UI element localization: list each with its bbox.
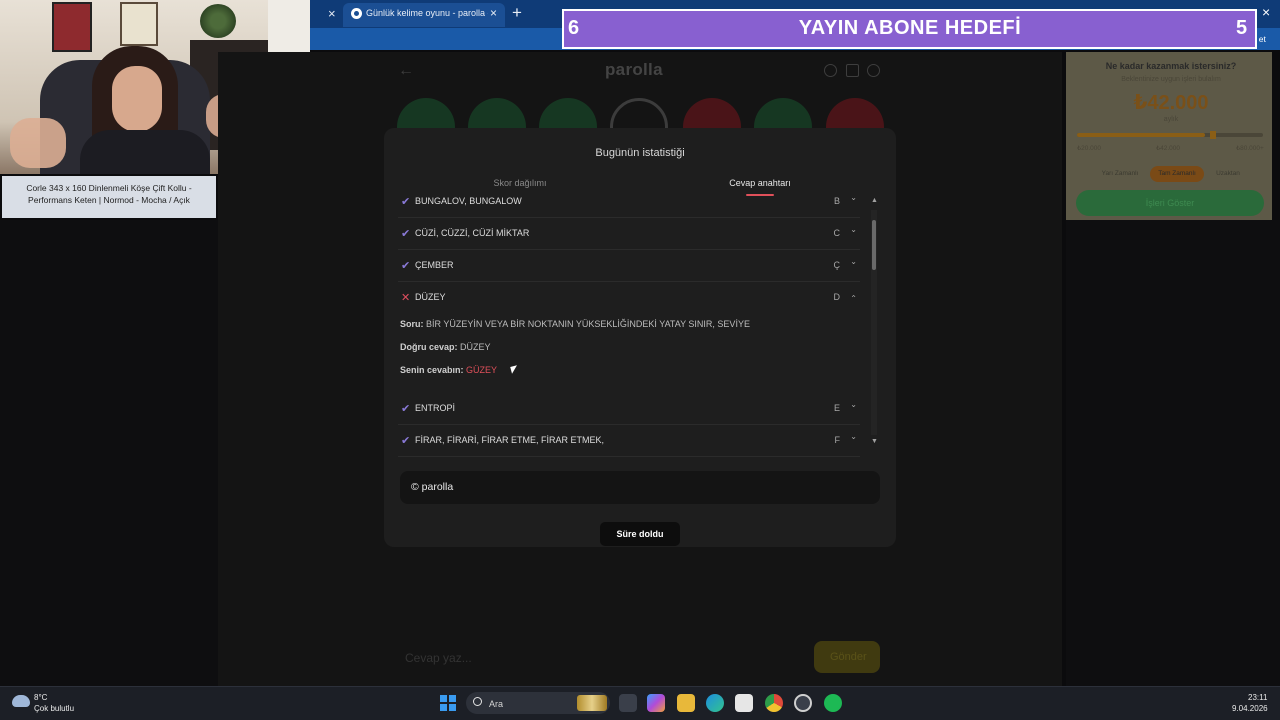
slider-mid-label: ₺42.000: [1156, 145, 1181, 152]
answer-row-letter: Ç: [833, 260, 841, 270]
weather-temperature[interactable]: 8°C: [34, 693, 47, 702]
weather-cloud-icon[interactable]: [12, 695, 30, 707]
cross-icon: ✕: [401, 292, 411, 304]
your-answer-line: Senin cevabın: GÜZEY: [400, 365, 498, 375]
tab-close-icon[interactable]: ×: [490, 6, 497, 20]
brand-copyright: © parolla: [411, 481, 454, 493]
sub-goal-target: 5: [1236, 17, 1248, 39]
answer-row[interactable]: ✕ DÜZEY D ⌃: [398, 282, 860, 314]
check-icon: ✔: [401, 260, 411, 272]
chevron-down-icon[interactable]: ⌄: [850, 432, 857, 441]
stats-icon[interactable]: [846, 64, 859, 77]
brand-bar: [400, 471, 880, 504]
right-dark-area: [1066, 220, 1280, 686]
answer-row-letter: F: [834, 435, 841, 445]
search-icon: [473, 697, 482, 706]
answer-row-letter: C: [833, 228, 841, 238]
answer-row-letter: E: [833, 403, 840, 413]
wall-poster: [120, 2, 158, 46]
answer-row-label: CÜZİ, CÜZZİ, CÜZİ MİKTAR: [415, 228, 530, 238]
windows-start-icon[interactable]: [440, 695, 456, 711]
chevron-down-icon[interactable]: ⌄: [850, 225, 857, 234]
app-logo: parolla: [605, 60, 663, 79]
plant: [200, 4, 236, 38]
modal-scrollbar-thumb[interactable]: [872, 220, 876, 270]
ad-subtitle: Beklentinize uygun işleri bulalım: [1121, 76, 1221, 83]
job-type-remote[interactable]: Uzaktan: [1208, 166, 1248, 182]
answer-row-label: ÇEMBER: [415, 260, 454, 270]
tab-favicon-icon: [351, 8, 362, 19]
your-answer-text: GÜZEY: [466, 365, 498, 375]
modal-title: Bugünün istatistiği: [595, 147, 685, 159]
job-type-part-time[interactable]: Yarı Zamanlı: [1094, 166, 1146, 182]
prev-tab-close-icon[interactable]: ×: [328, 6, 336, 21]
check-icon: ✔: [401, 196, 411, 208]
spotify-icon[interactable]: [824, 694, 842, 712]
copilot-icon[interactable]: [647, 694, 665, 712]
answer-row[interactable]: ✔ FİRAR, FİRARİ, FİRAR ETME, FİRAR ETMEK,…: [398, 425, 860, 457]
weather-description[interactable]: Çok bulutlu: [34, 704, 74, 713]
answer-row[interactable]: ✔ BUNGALOV, BUNGALOW B ⌄: [398, 186, 860, 218]
answer-row[interactable]: ✔ ÇEMBER Ç ⌄: [398, 250, 860, 282]
clock-time[interactable]: 23:11: [1248, 693, 1267, 702]
chevron-down-icon[interactable]: ⌄: [850, 257, 857, 266]
streamer-body: [80, 130, 210, 174]
search-highlight-image: [577, 695, 607, 711]
taskbar-search-label: Ara: [489, 699, 504, 709]
info-icon[interactable]: [824, 64, 837, 77]
scroll-down-icon[interactable]: ▼: [871, 438, 878, 445]
tab-title[interactable]: Günlük kelime oyunu - parolla - K: [366, 8, 488, 18]
scroll-up-icon[interactable]: ▲: [871, 197, 878, 204]
store-icon[interactable]: [735, 694, 753, 712]
user-icon[interactable]: [867, 64, 880, 77]
job-type-full-time[interactable]: Tam Zamanlı: [1150, 166, 1204, 182]
answer-row-label: BUNGALOV, BUNGALOW: [415, 196, 522, 206]
file-explorer-icon[interactable]: [677, 694, 695, 712]
clock-date[interactable]: 9.04.2026: [1232, 704, 1268, 713]
salary-slider-handle[interactable]: [1210, 131, 1216, 139]
answer-row-label: DÜZEY: [415, 292, 446, 302]
wall-poster: [52, 2, 92, 52]
answer-input-placeholder: Cevap yaz...: [405, 651, 472, 665]
sub-goal-current: 6: [568, 17, 580, 39]
question-text: BİR YÜZEYİN VEYA BİR NOKTANIN YÜKSEKLİĞİ…: [426, 319, 750, 329]
answer-row[interactable]: ✔ ENTROPİ E ⌄: [398, 393, 860, 425]
window-close-icon[interactable]: ×: [1262, 4, 1270, 20]
product-caption: Corle 343 x 160 Dinlenmeli Köşe Çift Kol…: [2, 176, 216, 218]
ad-amount: ₺42.000: [1133, 92, 1209, 114]
answer-row-letter: D: [833, 292, 841, 302]
submit-button-label: Gönder: [830, 651, 867, 663]
chevron-down-icon[interactable]: ⌄: [850, 400, 857, 409]
check-icon: ✔: [401, 228, 411, 240]
check-icon: ✔: [401, 403, 411, 415]
sub-goal-title: YAYIN ABONE HEDEFİ: [798, 17, 1022, 39]
time-up-button[interactable]: Süre doldu: [600, 522, 680, 546]
new-tab-button[interactable]: +: [512, 3, 522, 23]
arrow-left-icon[interactable]: ←: [398, 62, 414, 80]
streamer-face: [112, 66, 162, 132]
answer-row-letter: B: [833, 196, 840, 206]
check-icon: ✔: [401, 435, 411, 447]
app-icon[interactable]: [794, 694, 812, 712]
ad-title: Ne kadar kazanmak istersiniz?: [1105, 61, 1237, 71]
slider-max-label: ₺80.000+: [1236, 145, 1264, 152]
question-line: Soru: BİR YÜZEYİN VEYA BİR NOKTANIN YÜKS…: [400, 319, 750, 329]
ad-period: aylık: [1163, 116, 1179, 123]
chevron-up-icon[interactable]: ⌃: [850, 294, 857, 303]
chrome-icon[interactable]: [765, 694, 783, 712]
answer-row[interactable]: ✔ CÜZİ, CÜZZİ, CÜZİ MİKTAR C ⌄: [398, 218, 860, 250]
chevron-down-icon[interactable]: ⌄: [850, 193, 857, 202]
task-view-icon[interactable]: [619, 694, 637, 712]
slider-min-label: ₺20.000: [1077, 145, 1102, 152]
correct-answer-text: DÜZEY: [460, 342, 491, 352]
answer-row-label: ENTROPİ: [415, 403, 456, 413]
correct-answer-line: Doğru cevap: DÜZEY: [400, 342, 491, 352]
answer-row-label: FİRAR, FİRARİ, FİRAR ETME, FİRAR ETMEK,: [415, 435, 605, 445]
salary-slider-fill: [1077, 133, 1205, 137]
edge-icon[interactable]: [706, 694, 724, 712]
show-jobs-button[interactable]: İşleri Göster: [1076, 190, 1264, 216]
taskbar: [0, 686, 1280, 720]
streamer-hand: [10, 118, 66, 168]
